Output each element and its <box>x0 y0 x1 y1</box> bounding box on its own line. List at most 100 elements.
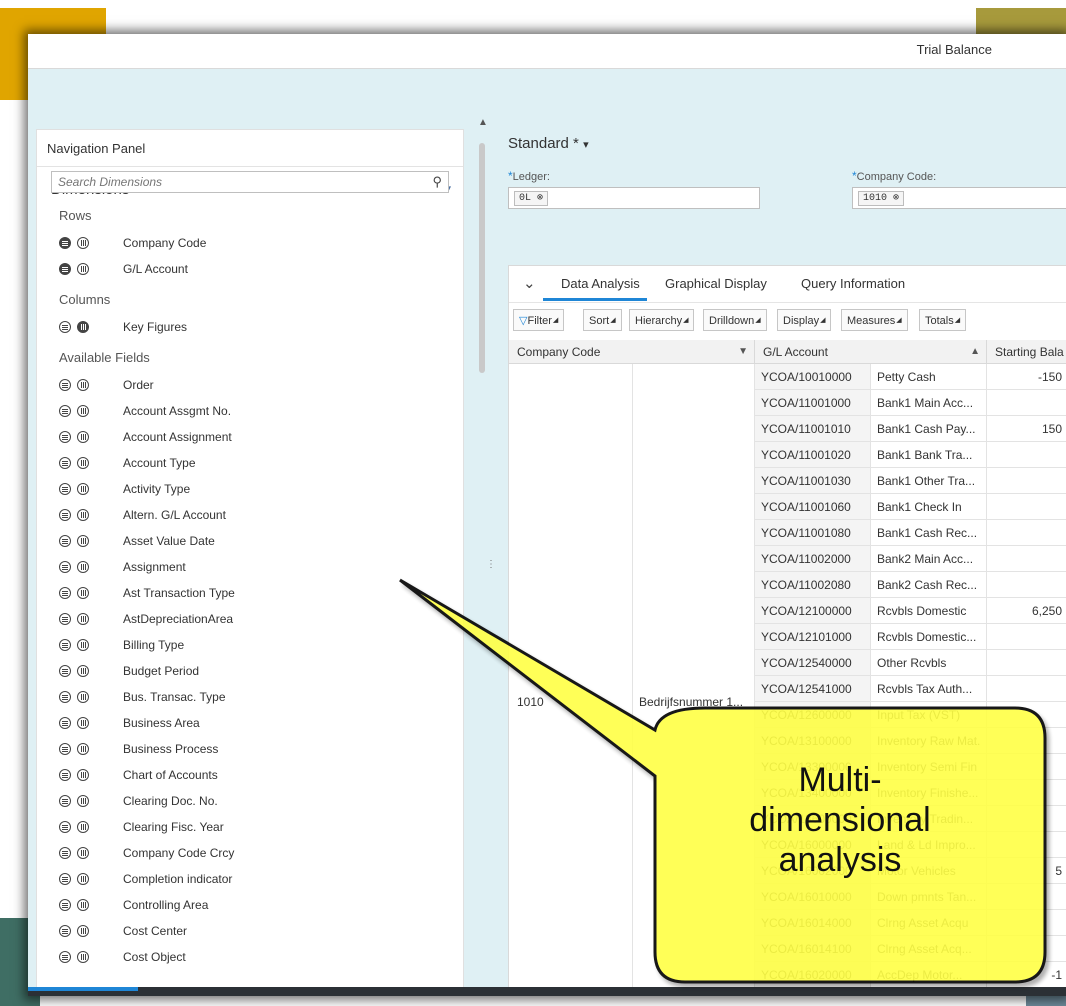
add-to-columns-icon[interactable] <box>77 925 89 937</box>
company-code-cell[interactable]: 1010 <box>509 364 633 996</box>
dimension-field[interactable]: Ast Transaction Type <box>59 584 449 606</box>
add-to-rows-icon[interactable] <box>59 431 71 443</box>
gl-account-number-cell[interactable]: YCOA/12101000 <box>755 624 871 650</box>
dimension-field[interactable]: Activity Type <box>59 480 449 502</box>
add-to-columns-icon[interactable] <box>77 613 89 625</box>
dimension-field[interactable]: Budget Period <box>59 662 449 684</box>
dimension-field[interactable]: Completion indicator <box>59 870 449 892</box>
add-to-columns-icon[interactable] <box>77 587 89 599</box>
dimension-field[interactable]: Assignment <box>59 558 449 580</box>
gl-account-name-cell[interactable]: Bank2 Cash Rec... <box>871 572 987 598</box>
gl-account-name-cell[interactable]: Bank1 Check In <box>871 494 987 520</box>
starting-balance-cell[interactable] <box>987 468 1066 494</box>
variant-selector[interactable]: Standard * ▾ <box>508 135 589 152</box>
gl-account-number-cell[interactable]: YCOA/11001020 <box>755 442 871 468</box>
starting-balance-cell[interactable] <box>987 624 1066 650</box>
dimension-field[interactable]: Key Figures <box>59 318 449 340</box>
starting-balance-cell[interactable]: -1 <box>987 962 1066 988</box>
add-to-columns-icon[interactable] <box>77 263 89 275</box>
starting-balance-cell[interactable] <box>987 650 1066 676</box>
gl-account-name-cell[interactable]: Other Rcvbls <box>871 650 987 676</box>
starting-balance-cell[interactable] <box>987 676 1066 702</box>
dimension-field[interactable]: Business Area <box>59 714 449 736</box>
add-to-columns-icon[interactable] <box>77 509 89 521</box>
add-to-rows-icon[interactable] <box>59 457 71 469</box>
tab-graphical-display[interactable]: Graphical Display <box>665 276 767 291</box>
add-to-columns-icon[interactable] <box>77 535 89 547</box>
add-to-columns-icon[interactable] <box>77 405 89 417</box>
gl-account-number-cell[interactable]: YCOA/11001010 <box>755 416 871 442</box>
collapse-chevron-icon[interactable]: ⌄ <box>523 274 536 292</box>
gl-account-number-cell[interactable]: YCOA/11001060 <box>755 494 871 520</box>
add-to-rows-icon[interactable] <box>59 821 71 833</box>
add-to-rows-icon[interactable] <box>59 561 71 573</box>
dimension-field[interactable]: Account Assgmt No. <box>59 402 449 424</box>
add-to-columns-icon[interactable] <box>77 873 89 885</box>
add-to-columns-icon[interactable] <box>77 431 89 443</box>
gl-account-name-cell[interactable]: Petty Cash <box>871 364 987 390</box>
dimension-field[interactable]: AstDepreciationArea <box>59 610 449 632</box>
gl-account-number-cell[interactable]: YCOA/11001030 <box>755 468 871 494</box>
add-to-columns-icon[interactable] <box>77 237 89 249</box>
gl-account-number-cell[interactable]: YCOA/16014000 <box>755 910 871 936</box>
starting-balance-cell[interactable] <box>987 494 1066 520</box>
add-to-columns-icon[interactable] <box>77 795 89 807</box>
add-to-rows-icon[interactable] <box>59 535 71 547</box>
add-to-columns-icon[interactable] <box>77 639 89 651</box>
gl-account-number-cell[interactable]: YCOA/11001080 <box>755 520 871 546</box>
gl-account-name-cell[interactable]: Rcvbls Tax Auth... <box>871 676 987 702</box>
add-to-rows-icon[interactable] <box>59 263 71 275</box>
dimension-field[interactable]: Clearing Fisc. Year <box>59 818 449 840</box>
column-header-gl-account[interactable]: G/L Account ▲ <box>755 340 987 364</box>
dimension-field[interactable]: Bus. Transac. Type <box>59 688 449 710</box>
starting-balance-cell[interactable] <box>987 390 1066 416</box>
gl-account-name-cell[interactable]: Bank1 Cash Pay... <box>871 416 987 442</box>
gl-account-number-cell[interactable]: YCOA/12541000 <box>755 676 871 702</box>
add-to-columns-icon[interactable] <box>77 379 89 391</box>
starting-balance-cell[interactable] <box>987 546 1066 572</box>
splitter-handle-icon[interactable]: ⋮ <box>486 559 496 570</box>
dimension-field[interactable]: Cost Object <box>59 948 449 970</box>
dimension-field[interactable]: Billing Type <box>59 636 449 658</box>
gl-account-number-cell[interactable]: YCOA/12600000 <box>755 702 871 728</box>
gl-account-name-cell[interactable]: Bank1 Cash Rec... <box>871 520 987 546</box>
starting-balance-cell[interactable] <box>987 702 1066 728</box>
starting-balance-cell[interactable]: -150 <box>987 364 1066 390</box>
starting-balance-cell[interactable]: 6,250 <box>987 598 1066 624</box>
gl-account-name-cell[interactable]: Rcvbls Domestic <box>871 598 987 624</box>
add-to-rows-icon[interactable] <box>59 691 71 703</box>
add-to-columns-icon[interactable] <box>77 951 89 963</box>
dimension-field[interactable]: Chart of Accounts <box>59 766 449 788</box>
gl-account-name-cell[interactable]: Inventory Raw Mat. <box>871 728 987 754</box>
starting-balance-cell[interactable] <box>987 910 1066 936</box>
gl-account-number-cell[interactable]: YCOA/12100000 <box>755 598 871 624</box>
gl-account-name-cell[interactable]: Down pmnts Tan... <box>871 884 987 910</box>
gl-account-name-cell[interactable]: Rcvbls Domestic... <box>871 624 987 650</box>
gl-account-name-cell[interactable]: Clrng Asset Acq... <box>871 936 987 962</box>
add-to-columns-icon[interactable] <box>77 321 89 333</box>
starting-balance-cell[interactable] <box>987 728 1066 754</box>
starting-balance-cell[interactable] <box>987 572 1066 598</box>
add-to-columns-icon[interactable] <box>77 899 89 911</box>
measures-button[interactable]: Measures◢ <box>841 309 908 331</box>
gl-account-number-cell[interactable]: YCOA/16014100 <box>755 936 871 962</box>
starting-balance-cell[interactable] <box>987 520 1066 546</box>
gl-account-name-cell[interactable]: Bank2 Main Acc... <box>871 546 987 572</box>
column-header-company-code[interactable]: Company Code ▼ <box>509 340 755 364</box>
starting-balance-cell[interactable] <box>987 936 1066 962</box>
dimension-field[interactable]: Account Type <box>59 454 449 476</box>
company-name-cell[interactable]: Bedrijfsnummer 1... <box>633 364 755 996</box>
add-to-columns-icon[interactable] <box>77 717 89 729</box>
ledger-field[interactable]: 0L ⊗ <box>508 187 760 209</box>
dimension-field[interactable]: G/L Account <box>59 260 449 282</box>
add-to-rows-icon[interactable] <box>59 483 71 495</box>
display-button[interactable]: Display◢ <box>777 309 832 331</box>
gl-account-number-cell[interactable]: YCOA/16020000 <box>755 962 871 988</box>
add-to-columns-icon[interactable] <box>77 743 89 755</box>
add-to-rows-icon[interactable] <box>59 587 71 599</box>
add-to-rows-icon[interactable] <box>59 639 71 651</box>
add-to-rows-icon[interactable] <box>59 899 71 911</box>
add-to-columns-icon[interactable] <box>77 561 89 573</box>
add-to-rows-icon[interactable] <box>59 743 71 755</box>
search-icon[interactable]: ⚲ <box>432 174 442 190</box>
